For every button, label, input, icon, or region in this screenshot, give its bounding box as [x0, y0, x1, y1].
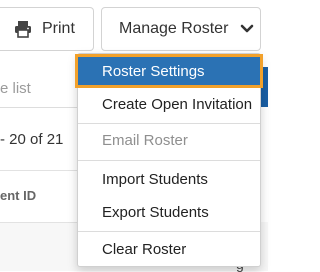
menu-item-create-open-invitation[interactable]: Create Open Invitation: [78, 88, 260, 120]
print-button[interactable]: Print: [0, 7, 94, 51]
menu-item-clear-roster[interactable]: Clear Roster: [78, 233, 260, 265]
printer-icon: [14, 20, 32, 38]
column-header-student-id: ent ID: [0, 188, 37, 203]
menu-item-roster-settings[interactable]: Roster Settings: [75, 54, 263, 88]
chevron-down-icon: [240, 24, 254, 34]
divider: [0, 222, 82, 223]
menu-divider: [78, 231, 260, 232]
manage-roster-menu: Roster Settings Create Open Invitation E…: [75, 53, 263, 267]
search-underline: [0, 107, 82, 108]
divider: [0, 170, 82, 171]
search-placeholder: e list: [0, 80, 31, 97]
manage-roster-label: Manage Roster: [119, 20, 229, 37]
menu-divider: [78, 160, 260, 161]
manage-roster-button[interactable]: Manage Roster: [101, 7, 261, 51]
menu-item-export-students[interactable]: Export Students: [78, 196, 260, 228]
menu-item-email-roster: Email Roster: [102, 131, 188, 149]
pagination-text: - 20 of 21: [0, 131, 64, 148]
menu-item-import-students[interactable]: Import Students: [78, 163, 260, 195]
print-label: Print: [42, 20, 75, 37]
